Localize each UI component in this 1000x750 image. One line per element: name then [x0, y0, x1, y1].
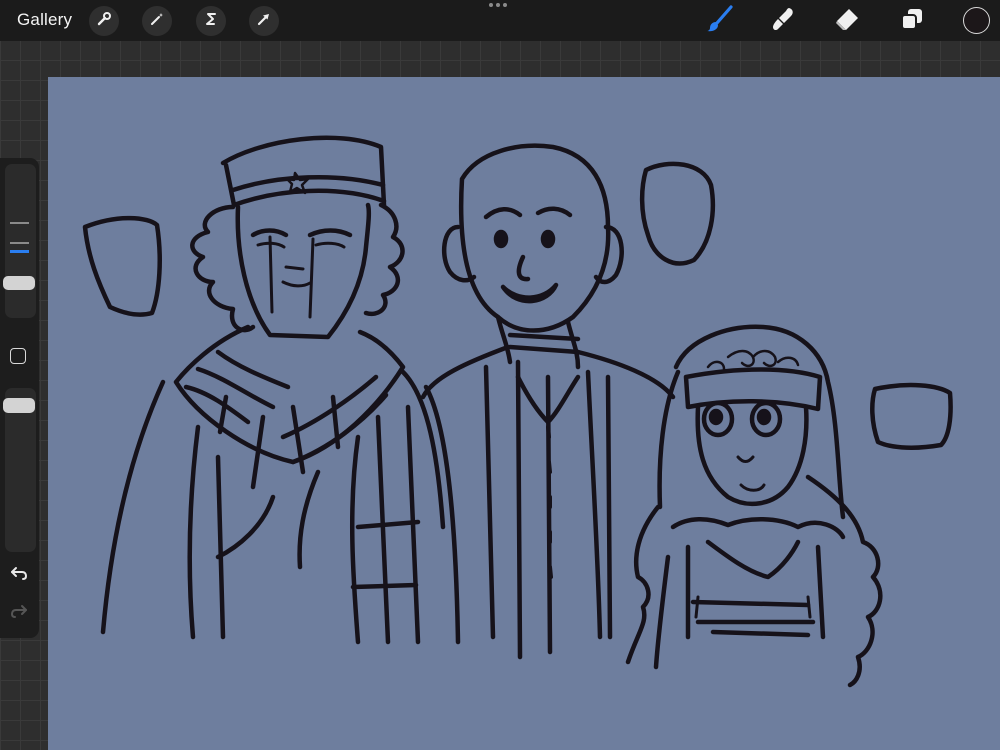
- top-toolbar: Gallery: [0, 0, 1000, 41]
- transform-button[interactable]: [249, 6, 279, 36]
- smudge-tool-button[interactable]: [766, 4, 800, 38]
- sketch-shape-right: [870, 382, 953, 450]
- brush-size-tick: [10, 242, 29, 244]
- left-sidebar: [0, 158, 39, 638]
- eraser-tool-button[interactable]: [830, 4, 864, 38]
- drawing-canvas[interactable]: [48, 77, 1000, 750]
- brush-size-slider[interactable]: [5, 164, 36, 318]
- opacity-handle[interactable]: [3, 398, 35, 414]
- gallery-button[interactable]: Gallery: [17, 10, 72, 30]
- redo-button[interactable]: [9, 604, 29, 622]
- sketch-shape-left: [82, 215, 162, 317]
- magic-wand-icon: [149, 11, 165, 32]
- sketch-artwork: [82, 135, 953, 688]
- eraser-icon: [833, 5, 861, 38]
- layers-tool-button[interactable]: [895, 4, 929, 38]
- actions-button[interactable]: [89, 6, 119, 36]
- brush-icon: [704, 4, 734, 39]
- selection-button[interactable]: [196, 6, 226, 36]
- arrow-cursor-icon: [256, 11, 272, 32]
- color-picker-swatch[interactable]: [963, 7, 990, 34]
- adjustments-button[interactable]: [142, 6, 172, 36]
- sketch-shape-top: [639, 161, 716, 266]
- more-options-handle[interactable]: [489, 3, 507, 7]
- smudge-finger-icon: [769, 5, 797, 38]
- redo-icon: [10, 603, 28, 624]
- brush-size-handle[interactable]: [3, 276, 35, 290]
- undo-icon: [10, 565, 28, 586]
- brush-tool-button[interactable]: [702, 4, 736, 38]
- selection-s-icon: [203, 11, 219, 32]
- layers-icon: [899, 6, 925, 37]
- undo-button[interactable]: [9, 566, 29, 584]
- wrench-icon: [96, 11, 112, 32]
- brush-size-tick: [10, 222, 29, 224]
- modify-button[interactable]: [10, 348, 26, 364]
- brush-size-indicator: [10, 250, 29, 253]
